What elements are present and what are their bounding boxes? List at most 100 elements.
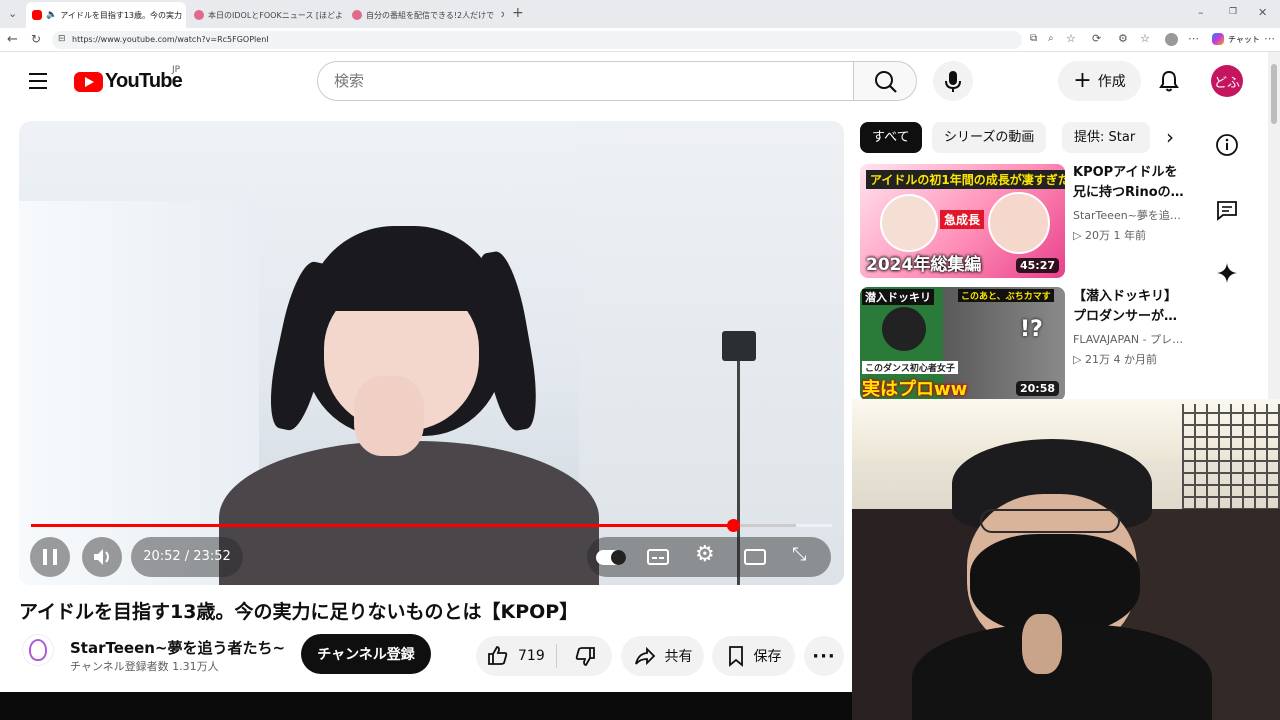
- played-bar: [31, 524, 733, 527]
- browser-tab-active[interactable]: 🔈 アイドルを目指す13歳。今の実力 ✕: [26, 2, 186, 28]
- site-favicon-icon: [194, 10, 204, 20]
- reload-icon[interactable]: ↻: [31, 33, 41, 45]
- url-field[interactable]: ⊟ https://www.youtube.com/watch?v=Rc5FGO…: [52, 31, 1022, 49]
- copilot-chat-button[interactable]: チャット: [1212, 33, 1260, 45]
- microphone-icon: [945, 71, 961, 92]
- chip-series[interactable]: シリーズの動画: [932, 122, 1047, 153]
- scrubber-handle[interactable]: [727, 519, 740, 532]
- tab-label: アイドルを目指す13歳。今の実力: [60, 10, 182, 20]
- thumb-caption-mid: このあと、ぶちカマす: [958, 289, 1054, 302]
- voice-search-button[interactable]: [933, 61, 973, 101]
- thumb-caption-bottom: 2024年総集編: [866, 255, 982, 275]
- thumb-caption-mid: 急成長: [940, 210, 985, 229]
- chip-next-chevron-icon[interactable]: ›: [1150, 122, 1190, 153]
- tab-close-icon[interactable]: ✕: [494, 10, 504, 21]
- webcam-overlay: [852, 399, 1280, 720]
- sidebar-more-icon[interactable]: ⋯: [1264, 33, 1275, 44]
- like-button[interactable]: 719: [476, 636, 556, 676]
- copilot-icon: [1212, 33, 1224, 45]
- hands: [354, 376, 424, 456]
- autoplay-toggle[interactable]: [596, 550, 626, 565]
- notifications-bell-icon[interactable]: [1157, 69, 1181, 93]
- scrollbar-thumb[interactable]: [1271, 64, 1277, 124]
- profile-icon[interactable]: [1165, 33, 1178, 46]
- refresh-extension-icon[interactable]: ⟳: [1092, 33, 1101, 44]
- subscribe-button[interactable]: チャンネル登録: [301, 634, 431, 674]
- related-title-line: プロダンサーが…: [1073, 309, 1178, 324]
- search-button[interactable]: [853, 61, 917, 101]
- wall-right: [579, 121, 844, 585]
- chat-comment-icon[interactable]: [1215, 198, 1239, 222]
- fullscreen-icon[interactable]: ⤡: [792, 546, 806, 564]
- video-player[interactable]: 20:52 / 23:52 ⚙ ⤡: [19, 121, 844, 585]
- theater-mode-icon[interactable]: [744, 549, 766, 565]
- sparkle-ai-icon[interactable]: [1215, 261, 1239, 285]
- create-button[interactable]: + 作成: [1058, 61, 1141, 101]
- restore-icon[interactable]: ❐: [1229, 8, 1237, 17]
- save-button[interactable]: 保存: [712, 636, 795, 676]
- new-tab-plus-icon[interactable]: +: [512, 6, 524, 20]
- share-button[interactable]: 共有: [621, 636, 704, 676]
- tab-close-icon[interactable]: ✕: [182, 10, 186, 21]
- settings-gear-icon[interactable]: ⚙: [695, 544, 715, 566]
- save-label: 保存: [753, 649, 782, 665]
- site-favicon-icon: [352, 10, 362, 20]
- related-thumbnail[interactable]: アイドルの初1年間の成長が凄すぎた 急成長 2024年総集編 45:27: [860, 164, 1065, 278]
- thumb-person-left: [882, 307, 926, 351]
- pause-button[interactable]: [30, 537, 70, 577]
- share-arrow-icon: [634, 646, 655, 666]
- hamburger-menu-icon[interactable]: [29, 73, 47, 89]
- site-info-icon[interactable]: ⊟: [58, 35, 66, 44]
- volume-button[interactable]: [82, 537, 122, 577]
- channel-name[interactable]: StarTeeen~夢を追う者たち~: [70, 637, 285, 658]
- related-stats-text: 21万 4 か月前: [1084, 353, 1157, 366]
- related-channel[interactable]: FLAVAJAPAN - プレ…: [1073, 331, 1191, 347]
- related-title-line: 兄に持つRinoの…: [1073, 185, 1184, 200]
- browser-tab-bar: ⌄ 🔈 アイドルを目指す13歳。今の実力 ✕ 本日のIDOLとFOOKニュース …: [0, 0, 1280, 28]
- related-title[interactable]: KPOPアイドルを 兄に持つRinoの…: [1073, 163, 1191, 203]
- related-thumbnail[interactable]: 潜入ドッキリ このあと、ぶちカマす !? このダンス初心者女子 実はプロww 2…: [860, 287, 1065, 401]
- favorite-star-icon[interactable]: ☆: [1066, 33, 1076, 44]
- tab-list-chevron-icon[interactable]: ⌄: [8, 8, 17, 19]
- browser-tab[interactable]: 自分の番組を配信できる!2人だけで ✕: [346, 2, 504, 28]
- related-stats: ▷ 21万 4 か月前: [1073, 351, 1191, 367]
- like-count: 719: [518, 648, 545, 664]
- translate-icon[interactable]: ⧉: [1030, 34, 1037, 44]
- browser-tab[interactable]: 本日のIDOLとFOOKニュース [ほどよい ✕: [188, 2, 343, 28]
- sweatshirt: [219, 441, 599, 585]
- extensions-icon[interactable]: ⚙: [1118, 33, 1128, 44]
- chat-label: チャット: [1228, 34, 1260, 44]
- progress-track[interactable]: [31, 519, 832, 532]
- thumb-caption-top: 潜入ドッキリ: [862, 289, 934, 305]
- window-close-icon[interactable]: ✕: [1258, 7, 1267, 18]
- bangs: [324, 271, 479, 311]
- info-icon[interactable]: [1215, 133, 1239, 157]
- search-input[interactable]: 検索: [317, 61, 854, 101]
- related-stats: ▷ 20万 1 年前: [1073, 227, 1191, 243]
- minimize-icon[interactable]: –: [1198, 7, 1204, 18]
- back-arrow-icon[interactable]: ←: [7, 33, 18, 46]
- subscriber-count: チャンネル登録者数 1.31万人: [70, 660, 219, 673]
- chip-all[interactable]: すべて: [860, 122, 922, 153]
- subscribe-label: チャンネル登録: [317, 647, 415, 663]
- logo-text: YouTube: [105, 70, 183, 92]
- more-menu-icon[interactable]: ⋯: [1188, 33, 1199, 44]
- thumb-caption-sub: このダンス初心者女子: [862, 361, 958, 374]
- related-title[interactable]: 【潜入ドッキリ】 プロダンサーが…: [1073, 287, 1191, 327]
- collections-icon[interactable]: ☆: [1140, 33, 1150, 44]
- related-title-line: KPOPアイドルを: [1073, 165, 1178, 180]
- related-channel[interactable]: StarTeeen~夢を追…: [1073, 207, 1191, 223]
- share-label: 共有: [664, 649, 693, 665]
- subtitles-icon[interactable]: [647, 549, 669, 565]
- chip-provider[interactable]: 提供: Star: [1062, 122, 1150, 153]
- thumb-exclaim: !?: [1020, 317, 1043, 342]
- zoom-icon[interactable]: ⌕: [1048, 34, 1054, 44]
- more-actions-button[interactable]: ···: [804, 636, 844, 676]
- youtube-logo[interactable]: YouTube: [74, 70, 183, 93]
- dislike-button[interactable]: [557, 636, 612, 676]
- thumbs-down-icon: [575, 647, 595, 666]
- account-avatar[interactable]: どふ: [1211, 65, 1243, 97]
- duration-badge: 45:27: [1015, 258, 1059, 273]
- more-dots-icon: ···: [812, 645, 836, 667]
- channel-avatar[interactable]: [22, 634, 54, 666]
